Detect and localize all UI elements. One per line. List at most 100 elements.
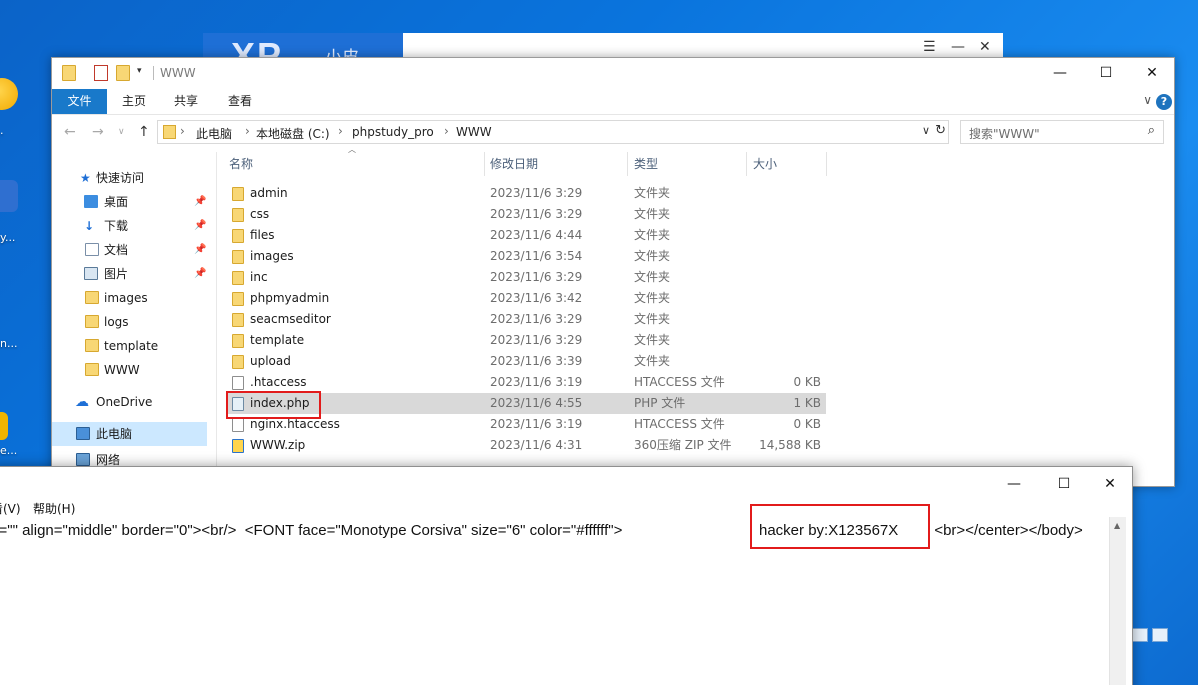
column-divider[interactable]: [826, 152, 827, 176]
properties-icon[interactable]: [94, 65, 108, 81]
minimize-button[interactable]: —: [991, 471, 1037, 501]
file-row[interactable]: seacmseditor 2023/11/6 3:29 文件夹: [226, 309, 826, 330]
desktop-icon-2[interactable]: [0, 180, 18, 212]
file-row[interactable]: WWW.zip 2023/11/6 4:31 360压缩 ZIP 文件 14,5…: [226, 435, 826, 456]
nav-label: 图片: [104, 267, 129, 281]
file-row[interactable]: css 2023/11/6 3:29 文件夹: [226, 204, 826, 225]
column-header-name[interactable]: 名称: [229, 152, 253, 176]
folder-icon: [163, 125, 176, 139]
tab-file[interactable]: 文件: [52, 89, 107, 114]
nav-downloads[interactable]: ↓ 下载 📌: [52, 214, 212, 238]
nav-onedrive[interactable]: ☁ OneDrive: [52, 390, 212, 414]
minimize-button[interactable]: —: [1037, 58, 1083, 89]
file-name: images: [250, 249, 294, 263]
details-view-icon[interactable]: [1132, 628, 1148, 642]
close-button[interactable]: ✕: [1129, 58, 1174, 89]
file-name: inc: [250, 270, 268, 284]
folder-icon: [232, 229, 244, 243]
address-bar[interactable]: › 此电脑 › 本地磁盘 (C:) › phpstudy_pro › WWW ∨…: [157, 120, 949, 144]
folder-icon: [232, 292, 244, 306]
file-date: 2023/11/6 3:19: [490, 417, 583, 431]
menu-help[interactable]: 帮助(H): [33, 500, 75, 517]
help-icon[interactable]: ?: [1156, 94, 1172, 110]
file-type: 文件夹: [634, 333, 671, 347]
recent-dropdown-icon[interactable]: ∨: [118, 127, 125, 137]
column-divider[interactable]: [627, 152, 628, 176]
vertical-scrollbar[interactable]: ▲: [1109, 517, 1126, 685]
menu-view[interactable]: 看(V): [0, 500, 21, 517]
file-type: 文件夹: [634, 312, 671, 326]
nav-quick-access[interactable]: ★ 快速访问: [52, 166, 212, 190]
search-box[interactable]: 搜索"WWW" ⌕: [960, 120, 1164, 144]
file-date: 2023/11/6 3:29: [490, 207, 583, 221]
close-button[interactable]: ✕: [1087, 471, 1133, 501]
crumb-phpstudy[interactable]: phpstudy_pro: [352, 125, 434, 139]
column-divider[interactable]: [484, 152, 485, 176]
close-icon[interactable]: ✕: [979, 39, 991, 55]
pane-divider[interactable]: [216, 152, 217, 486]
scroll-up-icon[interactable]: ▲: [1114, 521, 1120, 530]
nav-label: logs: [104, 315, 129, 329]
file-row[interactable]: inc 2023/11/6 3:29 文件夹: [226, 267, 826, 288]
file-date: 2023/11/6 3:39: [490, 354, 583, 368]
crumb-www[interactable]: WWW: [456, 125, 492, 139]
nav-documents[interactable]: 文档 📌: [52, 238, 212, 262]
file-row[interactable]: .htaccess 2023/11/6 3:19 HTACCESS 文件 0 K…: [226, 372, 826, 393]
file-size: 1 KB: [793, 396, 821, 410]
collapse-ribbon-icon[interactable]: ∨: [1143, 93, 1152, 107]
nav-label: OneDrive: [96, 395, 153, 409]
nav-www[interactable]: WWW: [52, 358, 212, 382]
nav-pictures[interactable]: 图片 📌: [52, 262, 212, 286]
new-folder-icon[interactable]: [116, 65, 130, 81]
title-bar: ▾ WWW — ☐ ✕: [52, 58, 1174, 89]
star-icon: ★: [80, 171, 91, 185]
desktop-icon-4[interactable]: [0, 412, 8, 440]
column-header-modified[interactable]: 修改日期: [490, 152, 538, 176]
file-row[interactable]: phpmyadmin 2023/11/6 3:42 文件夹: [226, 288, 826, 309]
file-row[interactable]: admin 2023/11/6 3:29 文件夹: [226, 183, 826, 204]
file-name: WWW.zip: [250, 438, 306, 452]
editor-text-after: <br></center></body>: [926, 522, 1083, 539]
tab-share[interactable]: 共享: [162, 89, 210, 114]
quick-access-dropdown-icon[interactable]: ▾: [137, 66, 142, 76]
desktop-label-1: .: [0, 124, 4, 137]
file-row[interactable]: upload 2023/11/6 3:39 文件夹: [226, 351, 826, 372]
file-row[interactable]: files 2023/11/6 4:44 文件夹: [226, 225, 826, 246]
desktop-label-3: n...: [0, 337, 18, 350]
document-icon: [85, 243, 99, 256]
file-type: 文件夹: [634, 249, 671, 263]
nav-images[interactable]: images: [52, 286, 212, 310]
column-header-size[interactable]: 大小: [753, 152, 777, 176]
column-divider[interactable]: [746, 152, 747, 176]
nav-logs[interactable]: logs: [52, 310, 212, 334]
file-name: phpmyadmin: [250, 291, 330, 305]
back-icon[interactable]: ←: [64, 124, 76, 140]
address-dropdown-icon[interactable]: ∨: [922, 124, 930, 137]
title-separator: [153, 66, 154, 80]
file-row[interactable]: images 2023/11/6 3:54 文件夹: [226, 246, 826, 267]
crumb-this-pc[interactable]: 此电脑: [196, 125, 232, 142]
pin-icon: 📌: [194, 196, 207, 207]
maximize-button[interactable]: ☐: [1041, 471, 1087, 501]
tab-home[interactable]: 主页: [110, 89, 158, 114]
maximize-button[interactable]: ☐: [1083, 58, 1129, 89]
nav-desktop[interactable]: 桌面 📌: [52, 190, 212, 214]
file-row[interactable]: template 2023/11/6 3:29 文件夹: [226, 330, 826, 351]
desktop-icon-1[interactable]: [0, 78, 18, 110]
forward-icon[interactable]: →: [92, 124, 104, 140]
nav-template[interactable]: template: [52, 334, 212, 358]
search-icon[interactable]: ⌕: [1148, 123, 1155, 138]
column-header-type[interactable]: 类型: [634, 152, 658, 176]
crumb-local-disk[interactable]: 本地磁盘 (C:): [256, 125, 330, 142]
refresh-icon[interactable]: ↻: [935, 123, 946, 138]
minimize-icon[interactable]: —: [951, 39, 965, 55]
tab-view[interactable]: 查看: [216, 89, 264, 114]
menu-icon[interactable]: ☰: [923, 39, 936, 55]
cloud-icon: ☁: [75, 394, 89, 410]
nav-this-pc[interactable]: 此电脑: [52, 422, 207, 446]
folder-icon[interactable]: [62, 65, 76, 81]
large-icons-view-icon[interactable]: [1152, 628, 1168, 642]
up-icon[interactable]: ↑: [138, 124, 150, 140]
picture-icon: [84, 267, 98, 280]
file-date: 2023/11/6 3:42: [490, 291, 583, 305]
